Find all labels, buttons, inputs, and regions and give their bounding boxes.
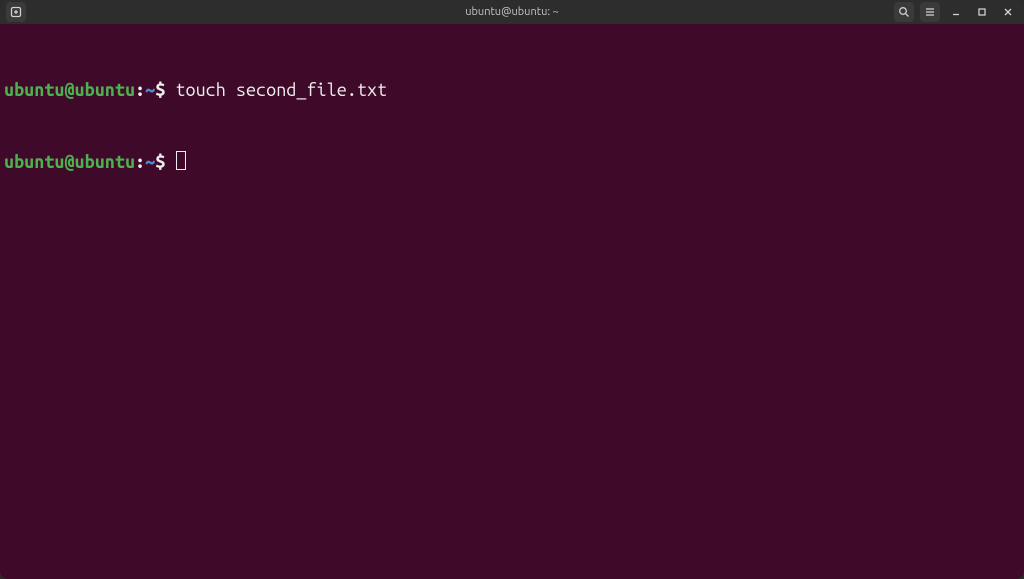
window-title: ubuntu@ubuntu: ~ (465, 6, 559, 18)
minimize-icon (950, 6, 962, 18)
prompt-path: ~ (145, 152, 155, 172)
prompt-symbol: $ (155, 80, 165, 100)
titlebar: ubuntu@ubuntu: ~ (0, 0, 1024, 24)
terminal-window: ubuntu@ubuntu: ~ (0, 0, 1024, 579)
menu-button[interactable] (920, 2, 940, 22)
new-tab-icon (10, 6, 22, 18)
prompt-user-host: ubuntu@ubuntu (4, 80, 135, 100)
maximize-button[interactable] (972, 2, 992, 22)
minimize-button[interactable] (946, 2, 966, 22)
close-button[interactable] (998, 2, 1018, 22)
command-text: touch second_file.txt (175, 80, 387, 100)
terminal-line: ubuntu@ubuntu:~$ touch second_file.txt (4, 78, 1018, 102)
close-icon (1002, 6, 1014, 18)
maximize-icon (976, 6, 988, 18)
search-icon (898, 6, 910, 18)
command-text (165, 152, 175, 172)
prompt-symbol: $ (155, 152, 165, 172)
hamburger-menu-icon (924, 6, 936, 18)
new-tab-button[interactable] (6, 2, 26, 22)
prompt-separator: : (135, 80, 145, 100)
prompt-user-host: ubuntu@ubuntu (4, 152, 135, 172)
command-text (165, 80, 175, 100)
prompt-path: ~ (145, 80, 155, 100)
cursor-block (176, 151, 186, 170)
terminal-line: ubuntu@ubuntu:~$ (4, 150, 1018, 174)
search-button[interactable] (894, 2, 914, 22)
prompt-separator: : (135, 152, 145, 172)
terminal-area[interactable]: ubuntu@ubuntu:~$ touch second_file.txt u… (0, 24, 1024, 579)
